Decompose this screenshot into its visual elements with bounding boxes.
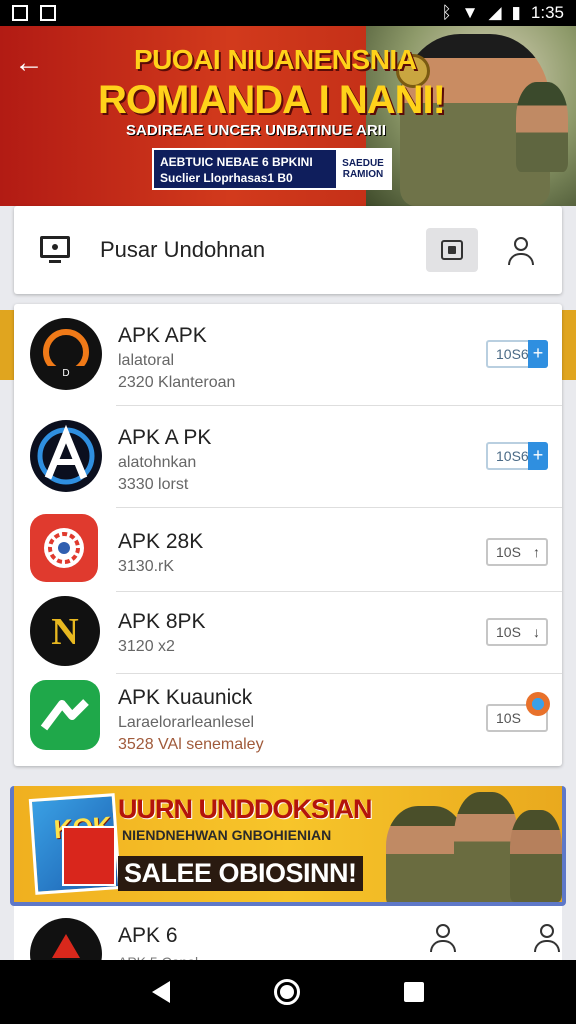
hero-subtitle: SADIREAE UNCER UNBATINUE ARII <box>126 122 387 139</box>
home-icon[interactable] <box>274 979 300 1005</box>
app-description: alatohnkan <box>118 454 197 471</box>
user-icon[interactable] <box>506 235 536 265</box>
app-size: 2320 Klanteroan <box>118 374 236 391</box>
hero-box-text: AEBTUIC NEBAE 6 BPKINI Suclier Lloprhasa… <box>160 155 313 185</box>
user-icon[interactable] <box>532 922 562 952</box>
app-logo-icon <box>30 680 100 750</box>
download-button[interactable]: 10S ↓ <box>486 618 548 646</box>
app-logo-icon <box>30 514 98 582</box>
app-logo-icon: N <box>30 596 100 666</box>
app-logo-icon <box>30 918 102 966</box>
app-name: APK A PK <box>118 426 212 449</box>
promo-title: UURN UNDDOKSIAN <box>118 794 372 824</box>
list-item[interactable]: APK Kuaunick Laraelorarleanlesel 3528 VA… <box>14 674 562 766</box>
app-description: lalatoral <box>118 352 175 369</box>
screen-button[interactable] <box>426 228 478 272</box>
list-item[interactable]: APK 6 APK 5 Canal <box>14 906 562 966</box>
record-icon <box>441 240 463 260</box>
status-time: 1:35 <box>530 3 564 22</box>
signal-icon: ◢ <box>488 3 502 22</box>
photo-icon <box>40 5 56 21</box>
soldier-image <box>516 82 568 172</box>
notification-badge <box>526 692 550 716</box>
status-bar: ᛒ ▼ ◢ ▮ 1:35 <box>0 0 576 26</box>
download-button[interactable]: 10S6 + <box>486 442 548 470</box>
back-arrow-icon[interactable]: ← <box>14 48 44 78</box>
wifi-icon: ▼ <box>461 3 479 22</box>
download-button[interactable]: 10S6 + <box>486 340 548 368</box>
hero-banner[interactable]: ← PUOAI NIUANENSNIA ROMIANDA I NANI! SAD… <box>0 26 576 206</box>
soldier-image <box>510 810 562 902</box>
list-item[interactable]: APK 28K 3130.rK 10S ↑ <box>14 508 562 592</box>
app-name: APK Kuaunick <box>118 686 253 709</box>
hero-info-box: AEBTUIC NEBAE 6 BPKINI Suclier Lloprhasa… <box>152 148 392 190</box>
app-name: APK 8PK <box>118 610 206 633</box>
battery-icon: ▮ <box>511 3 521 22</box>
app-list: D APK APK lalatoral 2320 Klanteroan 10S6… <box>14 304 562 766</box>
svg-text:D: D <box>62 368 69 379</box>
recent-apps-icon[interactable] <box>404 982 424 1002</box>
hero-headline: PUOAI NIUANENSNIA <box>134 44 417 75</box>
user-icon[interactable] <box>428 922 458 952</box>
monitor-icon <box>40 236 72 264</box>
soldier-image <box>454 792 518 902</box>
page-title: Pusar Undohnan <box>100 237 266 262</box>
image-icon <box>12 5 28 21</box>
svg-text:N: N <box>51 611 78 653</box>
list-item[interactable]: APK A PK alatohnkan 3330 lorst 10S6 + <box>14 406 562 508</box>
navigation-bar <box>0 960 576 1024</box>
header-card: Pusar Undohnan <box>14 206 562 294</box>
app-name: APK 28K <box>118 530 204 553</box>
promo-banner[interactable]: KOK UURN UNDDOKSIAN NIENDNEHWAN GNBOHIEN… <box>14 786 562 902</box>
app-name: APK 6 <box>118 924 178 947</box>
back-icon[interactable] <box>152 981 170 1003</box>
bluetooth-icon: ᛒ <box>441 3 452 22</box>
app-size: 3528 VAl senemaley <box>118 736 264 753</box>
arrow-up-icon: ↑ <box>533 544 540 560</box>
plus-icon: + <box>528 340 548 368</box>
promo-subtitle: NIENDNEHWAN GNBOHIENIAN <box>122 827 332 843</box>
list-item[interactable]: N APK 8PK 3120 x2 10S ↓ <box>14 592 562 674</box>
promo-cta: SALEE OBIOSINN! <box>118 856 363 891</box>
arrow-down-icon: ↓ <box>533 624 540 640</box>
app-name: APK APK <box>118 324 207 347</box>
app-size: 3330 lorst <box>118 476 189 493</box>
download-button[interactable]: 10S ↑ <box>486 538 548 566</box>
list-item[interactable]: D APK APK lalatoral 2320 Klanteroan 10S6… <box>14 304 562 406</box>
app-description: Laraelorarleanlesel <box>118 714 255 731</box>
app-size: 3120 x2 <box>118 638 175 655</box>
app-logo-icon <box>30 420 102 492</box>
app-logo-icon: D <box>30 318 102 390</box>
app-size: 3130.rK <box>118 558 175 575</box>
hero-box-side-text: SAEDUE RAMION <box>334 150 390 188</box>
plus-icon: + <box>528 442 548 470</box>
hero-title: ROMIANDA I NANI! <box>98 78 446 122</box>
